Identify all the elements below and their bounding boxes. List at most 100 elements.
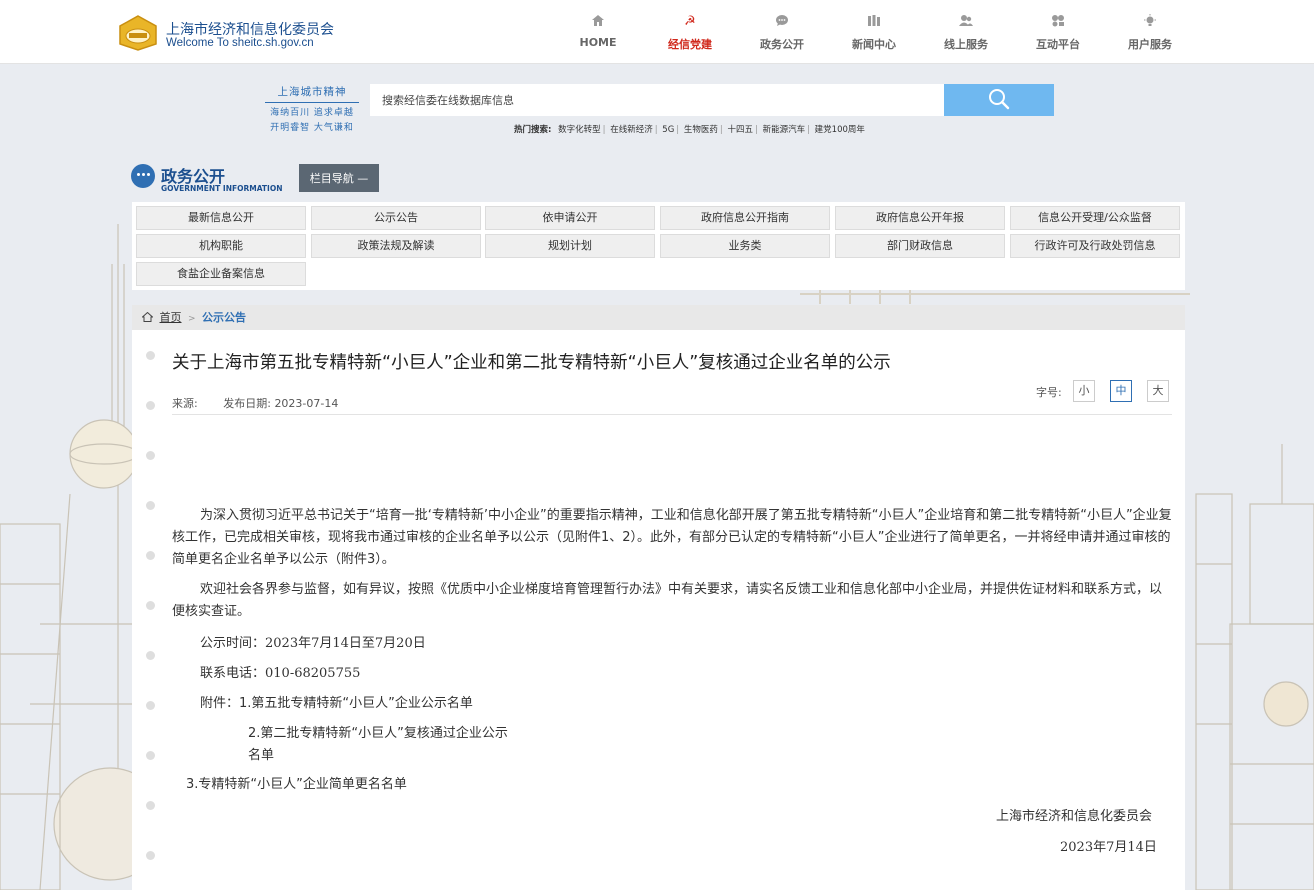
attachment-line-1: 附件：1.第五批专精特新“小巨人”企业公示名单 (200, 692, 473, 711)
article-title: 关于上海市第五批专精特新“小巨人”企业和第二批专精特新“小巨人”复核通过企业名单… (172, 353, 891, 373)
category-functions[interactable]: 机构职能 (136, 234, 306, 258)
signature-date: 2023年7月14日 (1060, 840, 1157, 855)
font-size-small-button[interactable]: 小 (1073, 380, 1095, 402)
users-icon (920, 14, 1012, 30)
search-input[interactable] (370, 84, 944, 116)
nav-home[interactable]: HOME (552, 14, 644, 52)
category-disclosure-guide[interactable]: 政府信息公开指南 (660, 206, 830, 230)
attachment-2-link[interactable]: 2.第二批专精特新“小巨人”复核通过企业公示 (248, 726, 508, 741)
category-salt-filing[interactable]: 食盐企业备案信息 (136, 262, 306, 286)
attachment-line-2: 2.第二批专精特新“小巨人”复核通过企业公示 (248, 722, 508, 741)
period-line: 公示时间：2023年7月14日至7月20日 (200, 632, 426, 651)
category-plans[interactable]: 规划计划 (485, 234, 655, 258)
home-icon (141, 311, 154, 322)
title-divider (172, 414, 1172, 415)
city-spirit-title: 上海城市精神 (265, 84, 359, 103)
decor-dot (146, 651, 155, 660)
breadcrumb-current[interactable]: 公示公告 (202, 311, 246, 324)
nav-interactive-platform-label: 互动平台 (1036, 38, 1080, 51)
nav-user-services-label: 用户服务 (1128, 38, 1172, 51)
lightbulb-icon (1104, 14, 1196, 30)
search-button[interactable] (944, 84, 1054, 116)
interact-icon (1012, 14, 1104, 30)
attachment-line-2b: 名单 (248, 744, 274, 763)
font-size-label: 字号: (1036, 386, 1062, 399)
hot-term[interactable]: 5G (662, 125, 674, 135)
hot-term[interactable]: 新能源汽车 (763, 125, 806, 135)
section-subtitle: GOVERNMENT INFORMATION (161, 184, 283, 193)
nav-government-affairs[interactable]: 政务公开 (736, 14, 828, 52)
category-annual-report[interactable]: 政府信息公开年报 (835, 206, 1005, 230)
column-nav-button[interactable]: 栏目导航 — (299, 164, 379, 192)
decor-dot (146, 351, 155, 360)
news-icon (828, 14, 920, 30)
search-icon (989, 88, 1010, 109)
decor-dot (146, 751, 155, 760)
category-permits-penalties[interactable]: 行政许可及行政处罚信息 (1010, 234, 1180, 258)
phone-line: 联系电话：010-68205755 (200, 662, 360, 681)
hot-term[interactable]: 在线新经济 (610, 125, 653, 135)
category-apply-disclosure[interactable]: 依申请公开 (485, 206, 655, 230)
home-icon (552, 14, 644, 30)
nav-home-label: HOME (579, 36, 617, 49)
decor-dot (146, 501, 155, 510)
decor-dot (146, 701, 155, 710)
article-paragraph-1: 为深入贯彻习近平总书记关于“培育一批‘专精特新’中小企业”的重要指示精神，工业和… (172, 508, 1172, 567)
category-latest-info[interactable]: 最新信息公开 (136, 206, 306, 230)
nav-news-center-label: 新闻中心 (852, 38, 896, 51)
nav-party-building[interactable]: ☭ 经信党建 (644, 14, 736, 52)
phone-label: 联系电话： (200, 666, 266, 681)
nav-online-services-label: 线上服务 (944, 38, 988, 51)
article-meta: 来源: 发布日期: 2023-07-14 (172, 395, 360, 411)
breadcrumb-home-link[interactable]: 首页 (160, 311, 182, 324)
category-finance[interactable]: 部门财政信息 (835, 234, 1005, 258)
hot-term[interactable]: 生物医药 (684, 125, 718, 135)
decor-dot (146, 601, 155, 610)
section-chat-icon (131, 164, 155, 188)
attachment-line-3: 3.专精特新“小巨人”企业简单更名名单 (186, 773, 407, 792)
date-label: 发布日期: (223, 397, 271, 410)
category-announcements[interactable]: 公示公告 (311, 206, 481, 230)
article-panel: 首页 > 公示公告 关于上海市第五批专精特新“小巨人”企业和第二批专精特新“小巨… (132, 305, 1185, 890)
category-business[interactable]: 业务类 (660, 234, 830, 258)
hot-term[interactable]: 建党100周年 (815, 125, 865, 135)
nav-party-building-label: 经信党建 (668, 38, 712, 51)
category-public-supervision[interactable]: 信息公开受理/公众监督 (1010, 206, 1180, 230)
publish-date: 2023-07-14 (274, 397, 339, 410)
source-label: 来源: (172, 397, 198, 410)
attachment-label: 附件： (200, 696, 240, 711)
attachment-3-link[interactable]: 3.专精特新“小巨人”企业简单更名名单 (186, 777, 407, 792)
nav-government-affairs-label: 政务公开 (760, 38, 804, 51)
article-paragraph-2: 欢迎社会各界参与监督，如有异议，按照《优质中小企业梯度培育管理暂行办法》中有关要… (172, 582, 1163, 619)
city-spirit-badge: 上海城市精神 海纳百川 追求卓越 开明睿智 大气谦和 (265, 84, 359, 133)
category-grid: 最新信息公开 公示公告 依申请公开 政府信息公开指南 政府信息公开年报 信息公开… (132, 202, 1185, 290)
main-nav: HOME ☭ 经信党建 政务公开 新闻中心 线上服务 互动平台 用户服务 (552, 14, 1196, 52)
attachment-1-link[interactable]: 1.第五批专精特新“小巨人”企业公示名单 (239, 696, 473, 711)
phone-value: 010-68205755 (265, 666, 361, 681)
signature: 上海市经济和信息化委员会 (996, 809, 1153, 824)
nav-user-services[interactable]: 用户服务 (1104, 14, 1196, 52)
hot-searches: 热门搜索: 数字化转型 | 在线新经济 | 5G | 生物医药 | 十四五 | 新能源汽车… (514, 125, 865, 135)
sheitc-logo[interactable] (118, 14, 158, 52)
hot-searches-label: 热门搜索: (514, 125, 552, 135)
category-policies[interactable]: 政策法规及解读 (311, 234, 481, 258)
nav-online-services[interactable]: 线上服务 (920, 14, 1012, 52)
decor-dot (146, 801, 155, 810)
font-size-large-button[interactable]: 大 (1147, 380, 1169, 402)
decor-dot (146, 451, 155, 460)
nav-news-center[interactable]: 新闻中心 (828, 14, 920, 52)
decor-dot (146, 851, 155, 860)
hot-term[interactable]: 数字化转型 (558, 125, 601, 135)
chat-icon (736, 14, 828, 30)
site-title[interactable]: 上海市经济和信息化委员会 (166, 19, 334, 39)
decor-dot (146, 401, 155, 410)
breadcrumb: 首页 > 公示公告 (132, 305, 1185, 330)
font-size-medium-button[interactable]: 中 (1110, 380, 1132, 402)
period-value: 2023年7月14日至7月20日 (265, 636, 426, 651)
nav-interactive-platform[interactable]: 互动平台 (1012, 14, 1104, 52)
hot-term[interactable]: 十四五 (727, 125, 753, 135)
breadcrumb-separator: > (188, 314, 196, 324)
top-header: 上海市经济和信息化委员会 Welcome To sheitc.sh.gov.cn… (0, 0, 1314, 64)
city-spirit-line-1: 海纳百川 追求卓越 (270, 108, 354, 118)
attachment-2-link-cont[interactable]: 名单 (248, 748, 274, 763)
